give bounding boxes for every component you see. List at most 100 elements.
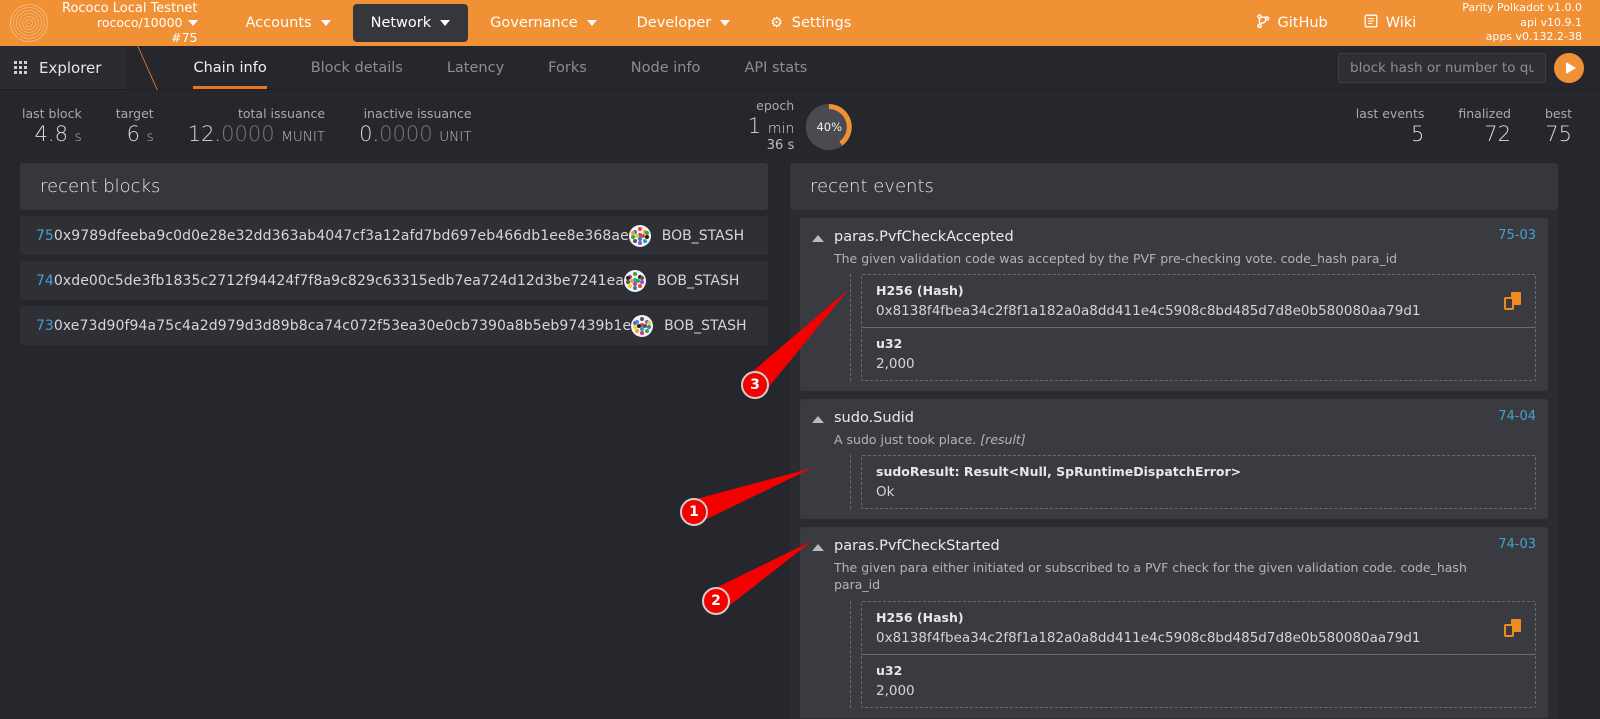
tab-label: Block details xyxy=(310,59,403,76)
param-row: H256 (Hash) 0x8138f4fbea34c2f8f1a182a0a8… xyxy=(861,274,1536,329)
table-row[interactable]: 74 0xde00c5de3fb1835c2712f94424f7f8a9c82… xyxy=(20,261,768,300)
recent-events-panel: recent events paras.PvfCheckAccepted The… xyxy=(790,163,1558,719)
polkadot-logo-icon[interactable] xyxy=(10,4,48,42)
stat-number: 4.8 xyxy=(34,121,68,146)
section-title-explorer[interactable]: Explorer xyxy=(0,46,128,89)
block-hash: 0xde00c5de3fb1835c2712f94424f7f8a9c829c6… xyxy=(53,272,625,289)
github-icon xyxy=(1256,13,1270,33)
event-params: H256 (Hash) 0x8138f4fbea34c2f8f1a182a0a8… xyxy=(850,274,1536,382)
github-link[interactable]: GitHub xyxy=(1239,6,1346,41)
triangle-up-icon[interactable] xyxy=(812,235,824,242)
chain-spec: rococo/10000 xyxy=(96,14,183,30)
event-name: paras.PvfCheckStarted xyxy=(834,538,1000,555)
stat-number: 72 xyxy=(1484,121,1511,146)
param-row: sudoResult: Result<Null, SpRuntimeDispat… xyxy=(861,455,1536,510)
param-type: u32 xyxy=(876,336,903,352)
chain-name: Rococo Local Testnet xyxy=(62,0,198,16)
main-menu: Accounts Network Governance Developer ⚙ … xyxy=(228,4,870,42)
event-index[interactable]: 74-04 xyxy=(1488,409,1536,424)
recent-blocks-title: recent blocks xyxy=(20,163,768,210)
event-index[interactable]: 74-03 xyxy=(1488,537,1536,552)
event-name: paras.PvfCheckAccepted xyxy=(834,229,1014,245)
wiki-label: Wiki xyxy=(1385,15,1417,31)
nav-item-governance[interactable]: Governance xyxy=(472,4,614,42)
param-value: 2,000 xyxy=(876,356,915,373)
tab-node-info[interactable]: Node info xyxy=(609,46,723,89)
stat-label: total issuance xyxy=(237,105,326,121)
event-description: The given validation code was accepted b… xyxy=(834,250,1398,266)
param-value: Ok xyxy=(876,484,895,501)
param-row: H256 (Hash) 0x8138f4fbea34c2f8f1a182a0a8… xyxy=(861,600,1536,655)
nav-label-network: Network xyxy=(370,15,432,31)
gear-icon: ⚙ xyxy=(770,15,783,31)
stat-label: last block xyxy=(22,105,82,121)
stat-number: 5 xyxy=(1410,121,1425,146)
event-description-text: A sudo just took place. xyxy=(834,431,977,447)
tab-api-stats[interactable]: API stats xyxy=(722,46,829,89)
param-row: u32 2,000 xyxy=(861,653,1536,708)
param-value: 0x8138f4fbea34c2f8f1a182a0a8dd411e4c5908… xyxy=(876,303,1421,320)
tab-forks[interactable]: Forks xyxy=(526,46,609,89)
stat-number: 75 xyxy=(1545,121,1572,146)
nav-item-settings[interactable]: ⚙ Settings xyxy=(752,4,869,42)
stat-value: 6 s xyxy=(116,122,154,147)
event-header: paras.PvfCheckAccepted The given validat… xyxy=(812,228,1536,267)
nav-label-settings: Settings xyxy=(791,15,852,31)
event-description: The given para either initiated or subsc… xyxy=(834,559,1467,593)
triangle-up-icon[interactable] xyxy=(812,416,824,424)
stat-label: inactive issuance xyxy=(363,105,472,121)
stat-total-issuance: total issuance 12.0000 MUNIT xyxy=(188,105,326,147)
stat-last-block: last block 4.8 s xyxy=(22,105,82,147)
epoch-unit: min xyxy=(767,121,795,138)
stat-value: 0.0000 UNIT xyxy=(359,121,472,147)
block-hash: 0x9789dfeeba9c0d0e28e32dd363ab4047cf3a12… xyxy=(53,227,629,244)
event-header: sudo.Sudid A sudo just took place. [resu… xyxy=(812,409,1536,448)
stat-value: 12.0000 MUNIT xyxy=(188,121,325,147)
wiki-link[interactable]: Wiki xyxy=(1346,6,1434,40)
nav-item-accounts[interactable]: Accounts xyxy=(228,4,349,42)
tab-latency[interactable]: Latency xyxy=(425,46,526,89)
tab-label: Node info xyxy=(630,59,701,76)
github-label: GitHub xyxy=(1277,15,1328,31)
block-number[interactable]: 74 xyxy=(36,273,54,289)
triangle-up-icon[interactable] xyxy=(812,544,824,552)
author-name: BOB_STASH xyxy=(657,272,740,289)
chevron-down-icon[interactable] xyxy=(187,20,198,27)
query-submit-button[interactable] xyxy=(1554,52,1584,83)
chevron-down-icon xyxy=(440,20,451,26)
nav-label-developer: Developer xyxy=(636,15,712,31)
block-query-input[interactable] xyxy=(1338,52,1546,83)
stat-unit: UNIT xyxy=(439,128,472,145)
stat-decimals: 0000 xyxy=(221,121,275,146)
table-row[interactable]: 75 0x9789dfeeba9c0d0e28e32dd363ab4047cf3… xyxy=(20,216,768,255)
event-item: sudo.Sudid A sudo just took place. [resu… xyxy=(800,399,1548,520)
stat-unit: s xyxy=(146,128,154,145)
copy-icon[interactable] xyxy=(1504,618,1521,637)
copy-icon[interactable] xyxy=(1504,292,1521,311)
query-group xyxy=(1338,46,1600,89)
stat-inactive-issuance: inactive issuance 0.0000 UNIT xyxy=(359,105,472,147)
nav-item-network[interactable]: Network xyxy=(352,4,469,42)
epoch-progress-group: epoch 1 min 36 s 40% xyxy=(748,99,853,153)
table-row[interactable]: 73 0xe73d90f94a75c4a2d979d3d89b8ca74c072… xyxy=(20,306,768,345)
nav-item-developer[interactable]: Developer xyxy=(619,4,749,42)
param-value: 2,000 xyxy=(876,682,915,699)
version-client: Parity Polkadot v1.0.0 xyxy=(1462,0,1582,14)
tab-label: Latency xyxy=(446,59,505,76)
chain-selector[interactable]: Rococo Local Testnet rococo/10000 #75 xyxy=(62,1,198,46)
identicon xyxy=(624,269,647,292)
tab-chain-info[interactable]: Chain info xyxy=(171,46,288,89)
stat-label: last events xyxy=(1355,105,1425,121)
main-content: recent blocks 75 0x9789dfeeba9c0d0e28e32… xyxy=(0,163,1600,719)
chain-best-block: #75 xyxy=(171,29,198,45)
stat-best: best 75 xyxy=(1545,106,1572,147)
nav-label-accounts: Accounts xyxy=(245,15,312,31)
block-number[interactable]: 73 xyxy=(36,318,54,334)
summary-left-stats: last block 4.8 s target 6 s total issuan… xyxy=(22,105,506,147)
block-number[interactable]: 75 xyxy=(36,228,54,244)
tab-block-details[interactable]: Block details xyxy=(289,46,425,89)
stat-finalized: finalized 72 xyxy=(1458,106,1511,147)
epoch-value: 1 min xyxy=(748,115,794,139)
stat-number: 0. xyxy=(359,121,380,146)
event-index[interactable]: 75-03 xyxy=(1488,228,1536,243)
